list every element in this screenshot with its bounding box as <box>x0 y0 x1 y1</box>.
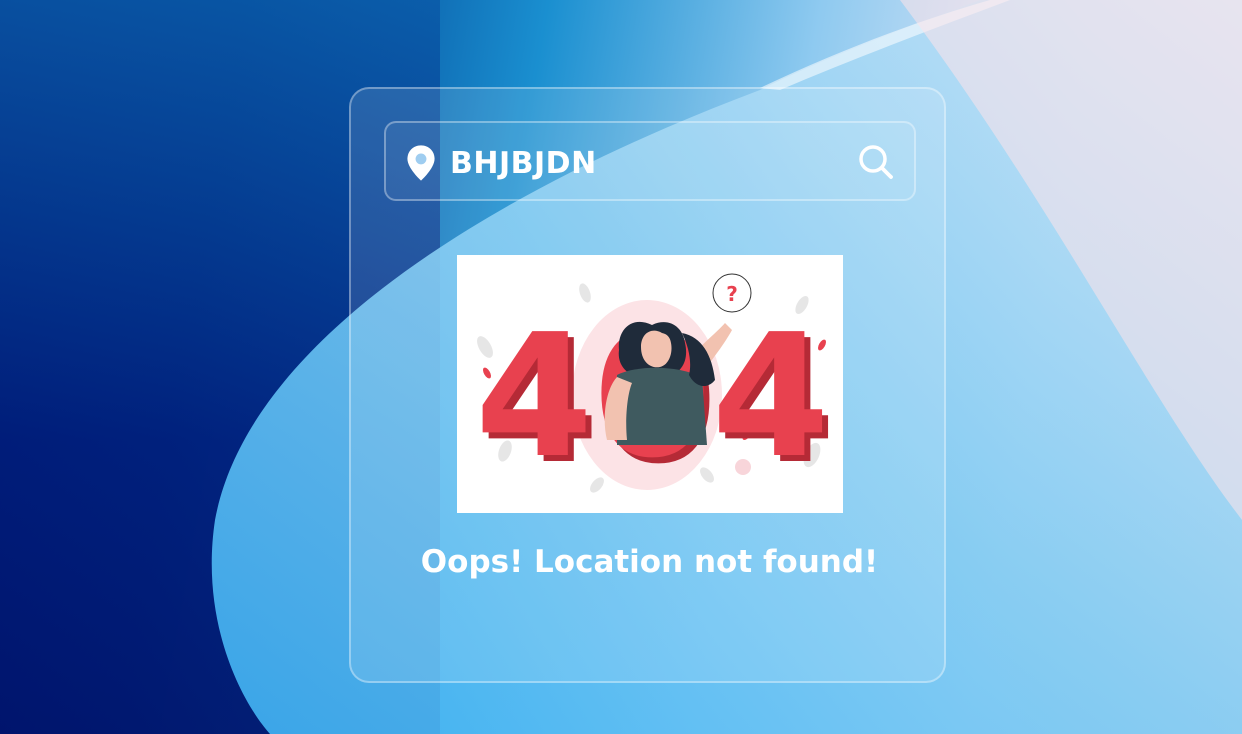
search-icon[interactable] <box>856 142 896 182</box>
not-found-illustration: 404 404 ? <box>457 255 843 513</box>
404-illustration: 404 404 ? <box>475 273 836 502</box>
map-pin-icon <box>407 145 435 181</box>
question-mark-text: ? <box>726 282 738 306</box>
error-message: Oops! Location not found! <box>420 544 879 580</box>
search-bar <box>384 121 916 201</box>
weather-card: 404 404 ? Oops! Location not found! <box>349 87 946 683</box>
location-input[interactable] <box>448 137 852 189</box>
